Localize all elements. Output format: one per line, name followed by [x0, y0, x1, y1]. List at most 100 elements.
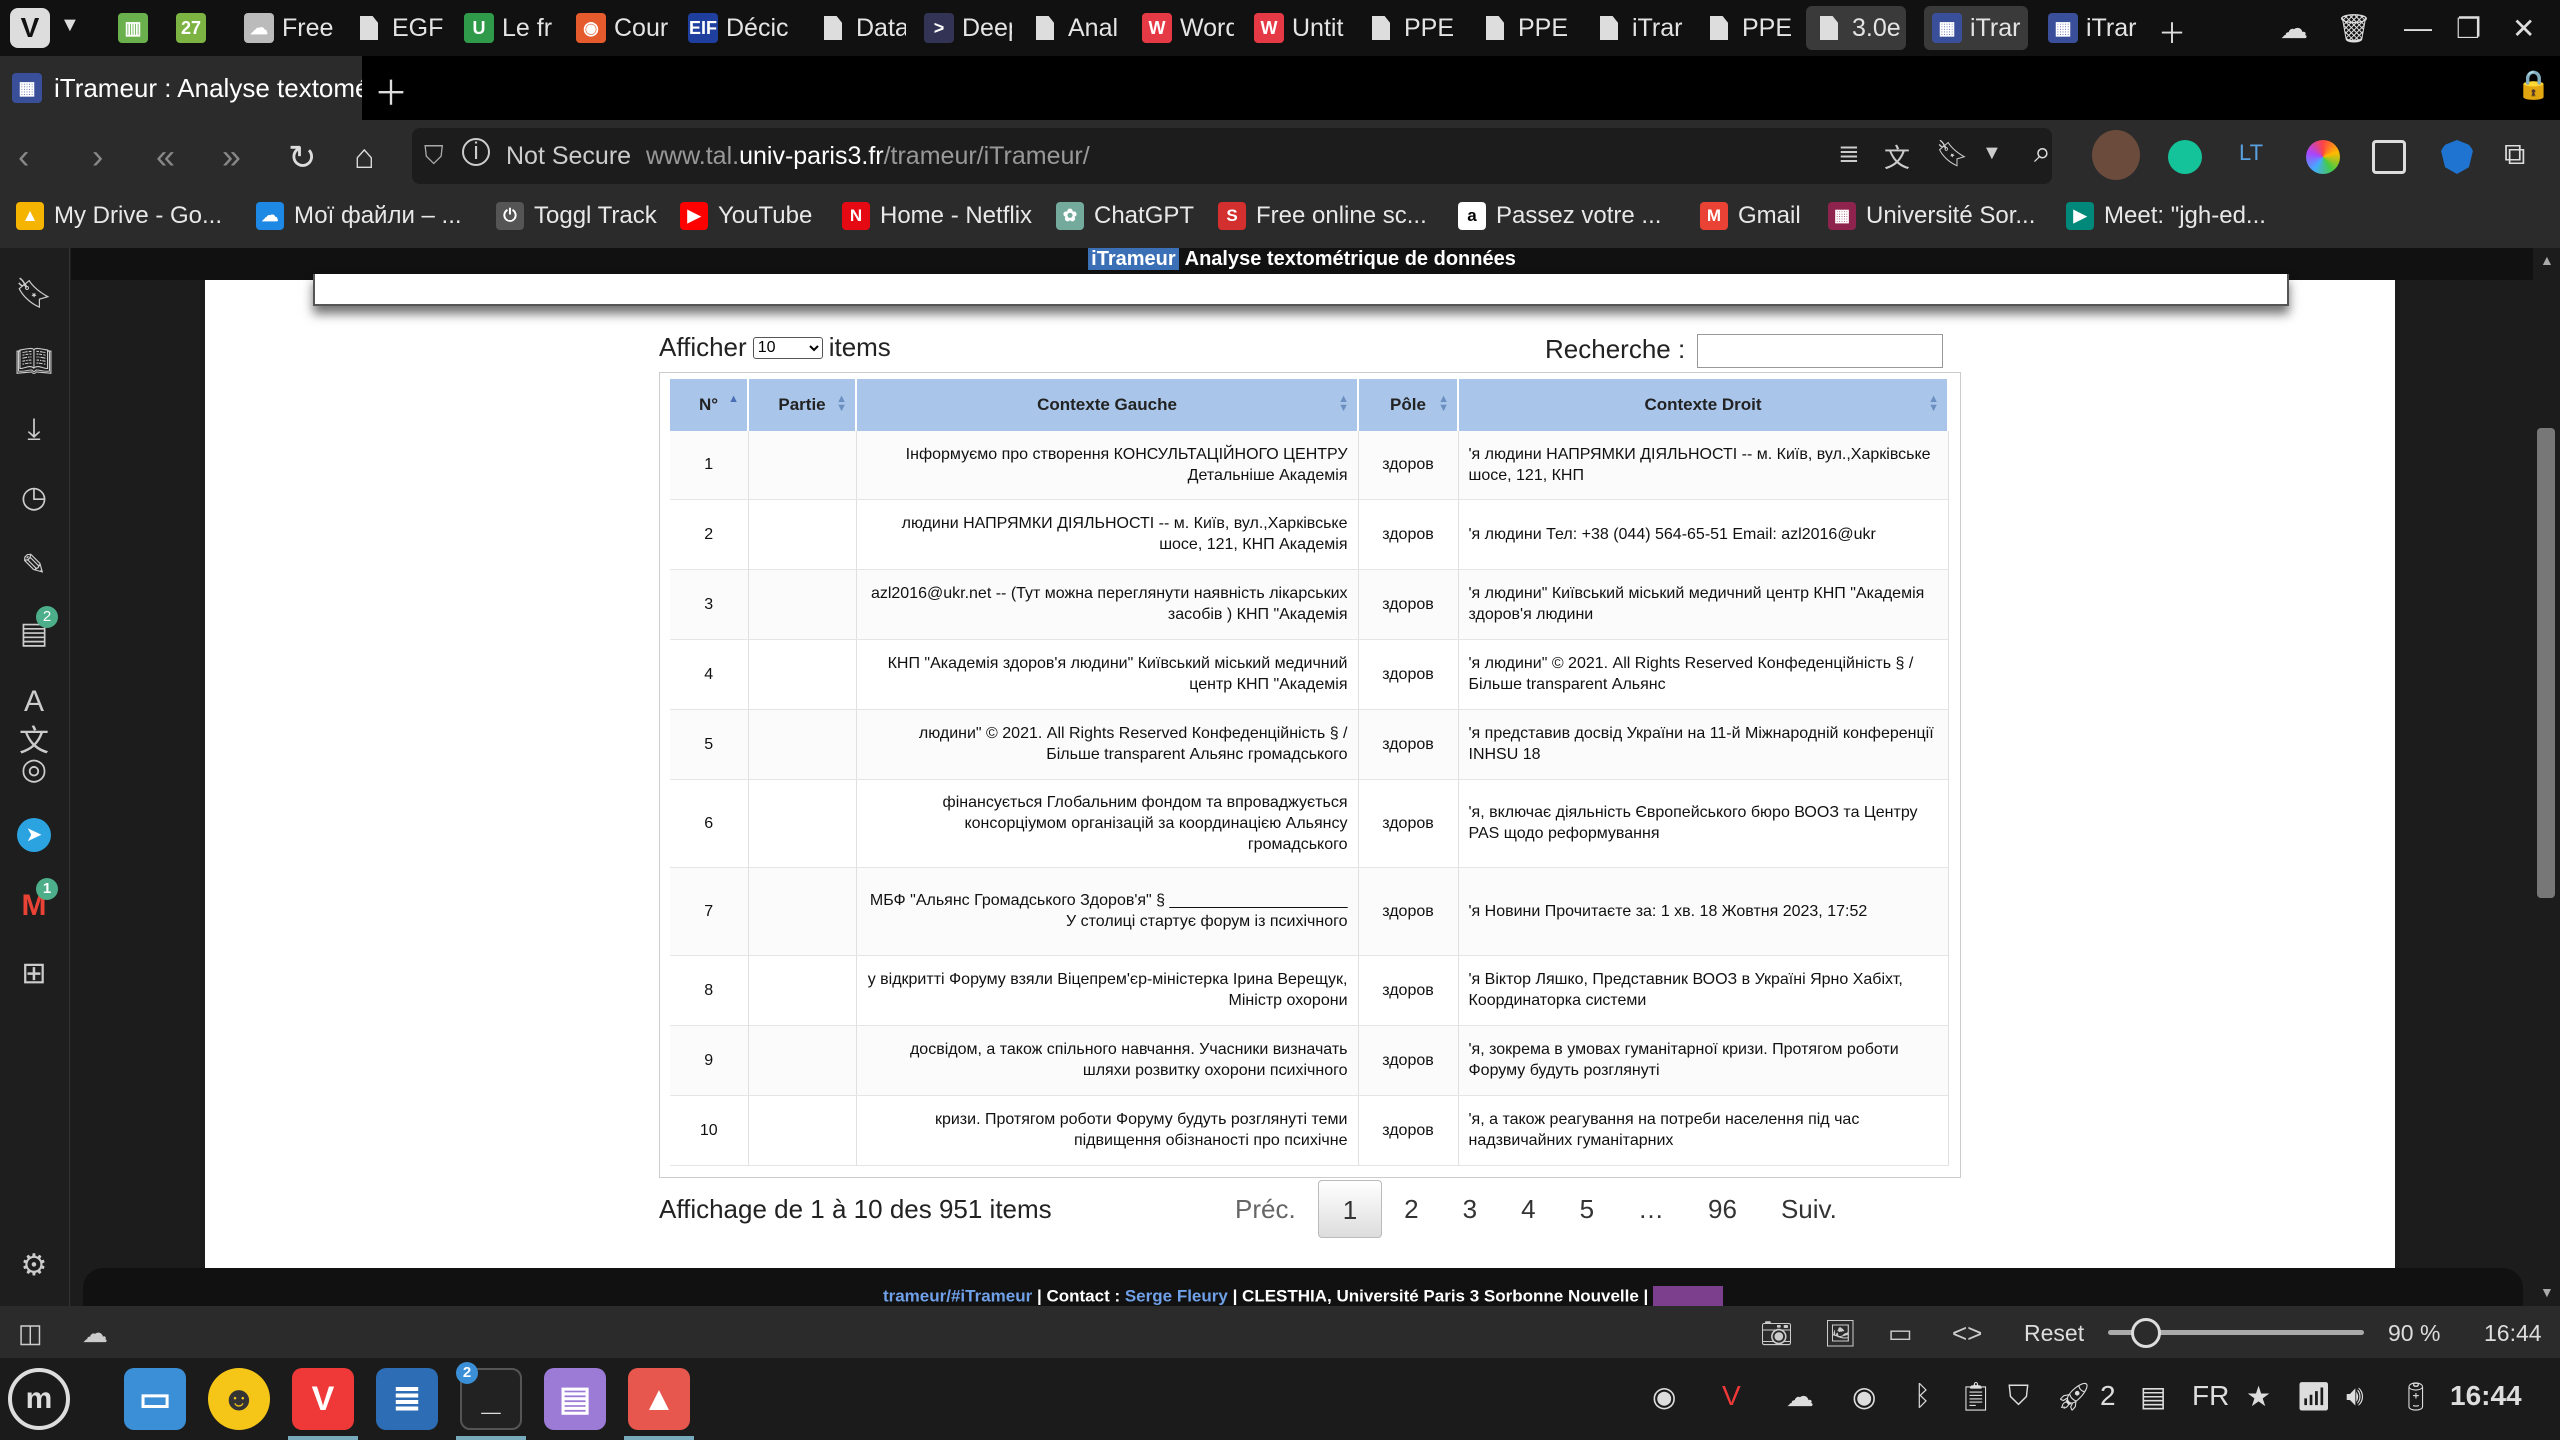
files-app-icon[interactable]: ▭	[124, 1368, 186, 1430]
tab-item[interactable]: PPE	[1696, 6, 1796, 50]
clipboard-icon[interactable]: 📋︎	[1958, 1380, 1994, 1413]
gmail-icon[interactable]: M1	[14, 878, 58, 926]
vpn-shield-icon[interactable]	[2440, 140, 2474, 174]
updates-icon[interactable]: 🚀︎	[2056, 1380, 2092, 1413]
bookmark-item[interactable]: ✿ ChatGPT	[1056, 202, 1194, 230]
cell-pole[interactable]: здоров	[1358, 639, 1459, 710]
itrameur-logo[interactable]: iTrameur	[1088, 248, 1179, 270]
minimize-button[interactable]: —	[2404, 12, 2432, 44]
tab-item[interactable]: ▥	[110, 6, 156, 50]
reader-view-icon[interactable]: ≣	[1838, 138, 1860, 169]
window-extension-icon[interactable]	[2372, 140, 2406, 174]
bookmark-item[interactable]: M Gmail	[1700, 202, 1801, 230]
calendar-icon[interactable]: ▤ 2	[14, 606, 58, 654]
tab-item[interactable]: ▦ iTrar	[1924, 6, 2028, 50]
bookmark-item[interactable]: ▶ Meet: "jgh-ed...	[2066, 202, 2266, 230]
page-length-select[interactable]: 10	[752, 336, 823, 359]
trash-icon[interactable]: 🗑	[2336, 12, 2372, 45]
new-tab-button[interactable]: ＋	[2158, 12, 2186, 52]
bookmark-item[interactable]: ▶ YouTube	[680, 202, 812, 230]
tab-item[interactable]: ◉ Cour	[568, 6, 668, 50]
document-viewer-app-icon[interactable]: ▤	[544, 1368, 606, 1430]
bookmarks-panel-icon[interactable]: 🔖︎	[14, 274, 54, 314]
bookmark-item[interactable]: S Free online sc...	[1218, 202, 1427, 230]
cell-pole[interactable]: здоров	[1358, 1025, 1459, 1096]
history-icon[interactable]: ◷	[14, 478, 54, 518]
col-header-left-context[interactable]: Contexte Gauche ▲ ▼	[856, 379, 1359, 431]
col-header-right-context[interactable]: Contexte Droit ▲ ▼	[1458, 379, 1949, 431]
page-3-button[interactable]: 3	[1441, 1180, 1499, 1238]
rewind-icon[interactable]: «	[156, 138, 175, 177]
tab-item[interactable]: ☁ Free	[236, 6, 336, 50]
forward-icon[interactable]: ›	[92, 138, 103, 177]
keyboard-layout[interactable]: FR	[2192, 1380, 2229, 1412]
cell-pole[interactable]: здоров	[1358, 569, 1459, 640]
cell-pole[interactable]: здоров	[1358, 709, 1459, 780]
search-input[interactable]	[1697, 334, 1943, 368]
maximize-button[interactable]: ❐	[2456, 12, 2481, 45]
tab-item[interactable]: ▦ iTrar	[2040, 6, 2140, 50]
discord-tray-icon-2[interactable]: ◉	[1852, 1380, 1876, 1413]
table-row[interactable]: 2 людини НАПРЯМКИ ДІЯЛЬНОСТІ -- м. Київ, …	[670, 499, 1949, 570]
prev-page-button[interactable]: Préc.	[1213, 1180, 1318, 1238]
zoom-slider[interactable]	[2108, 1318, 2364, 1348]
scroll-up-icon[interactable]: ▲	[2540, 252, 2554, 268]
vivaldi-app-icon[interactable]: V	[292, 1368, 354, 1430]
back-icon[interactable]: ‹	[18, 138, 29, 177]
onedrive-tray-icon[interactable]: ☁	[1786, 1380, 1814, 1413]
shield-tray-icon[interactable]: ⛉	[2008, 1380, 2029, 1413]
battery-icon[interactable]: 🔋︎	[2398, 1380, 2434, 1413]
discord-tray-icon[interactable]: ◉	[1652, 1380, 1676, 1413]
cell-pole[interactable]: здоров	[1358, 431, 1459, 500]
translate-icon[interactable]: 文	[1884, 138, 1910, 175]
tab-item[interactable]: U Le fr	[456, 6, 556, 50]
bookmark-item[interactable]: a Passez votre ...	[1458, 202, 1661, 230]
color-extension-icon[interactable]	[2306, 140, 2340, 174]
feed-icon[interactable]: ◎	[14, 750, 54, 790]
table-row[interactable]: 5 людини" © 2021. All Rights Reserved Кон…	[670, 709, 1949, 780]
reload-icon[interactable]: ↻	[288, 138, 317, 178]
language-extension-icon[interactable]: LT	[2234, 140, 2268, 174]
search-icon[interactable]: ⌕	[2034, 136, 2051, 170]
downloads-icon[interactable]: ⤓	[14, 410, 54, 450]
tiling-icon[interactable]: ▭	[1888, 1318, 1913, 1349]
table-row[interactable]: 1 Інформуємо про створення КОНСУЛЬТАЦІЙНО…	[670, 431, 1949, 500]
table-row[interactable]: 4 КНП "Академія здоров'я людини" Київськи…	[670, 639, 1949, 710]
telegram-icon[interactable]: ➤	[17, 818, 51, 852]
bookmark-item[interactable]: ▦ Université Sor...	[1828, 202, 2035, 230]
shield-icon[interactable]: ⛉	[424, 140, 444, 172]
text-editor-app-icon[interactable]: ≣	[376, 1368, 438, 1430]
fast-forward-icon[interactable]: »	[222, 138, 241, 177]
bookmark-item[interactable]: ▲ My Drive - Go...	[16, 202, 222, 230]
translate-panel-icon[interactable]: A文	[14, 682, 54, 758]
info-icon[interactable]: i	[462, 138, 490, 166]
tab-current[interactable]: ▦ iTrameur : Analyse textométr	[0, 56, 362, 120]
volume-icon[interactable]: 🔊︎	[2346, 1380, 2364, 1413]
vivaldi-tray-icon[interactable]: V	[1722, 1380, 1741, 1412]
bookmark-icon[interactable]: 🔖︎	[1936, 138, 1969, 169]
page-4-button[interactable]: 4	[1499, 1180, 1557, 1238]
clesthia-logo[interactable]	[1653, 1286, 1724, 1306]
footer-contact-link[interactable]: Serge Fleury	[1125, 1286, 1228, 1305]
url-field[interactable]: ⛉ i Not Secure www.tal.univ-paris3.fr/tr…	[412, 128, 2052, 184]
cell-pole[interactable]: здоров	[1358, 779, 1459, 868]
tab-item[interactable]: Data	[810, 6, 906, 50]
cloud-sync-icon[interactable]: ☁	[2280, 12, 2308, 45]
scrollbar-thumb[interactable]	[2537, 428, 2555, 898]
capture-camera-icon[interactable]: 📷︎	[1760, 1318, 1793, 1349]
table-row[interactable]: 9 досвідом, а також спільного навчання. У…	[670, 1025, 1949, 1096]
tab-item[interactable]: Anal	[1022, 6, 1122, 50]
new-tab-plus-icon[interactable]: ＋	[374, 66, 408, 115]
table-row[interactable]: 6 фінансується Глобальним фондом та впров…	[670, 779, 1949, 868]
cell-pole[interactable]: здоров	[1358, 955, 1459, 1026]
terminal-app-icon[interactable]: _ 2	[456, 1362, 522, 1430]
reading-list-icon[interactable]: 📖︎	[14, 342, 54, 382]
images-toggle-icon[interactable]: 🖼︎	[1824, 1318, 1857, 1349]
tab-item[interactable]: > Deep	[916, 6, 1012, 50]
chevron-down-icon[interactable]: ▼	[1982, 142, 2002, 165]
next-page-button[interactable]: Suiv.	[1759, 1180, 1859, 1238]
panel-toggle-icon[interactable]: ◫	[18, 1318, 43, 1349]
tab-item[interactable]: EGF	[346, 6, 444, 50]
tab-item[interactable]: PPE	[1358, 6, 1458, 50]
profile-avatar[interactable]	[2092, 130, 2140, 180]
